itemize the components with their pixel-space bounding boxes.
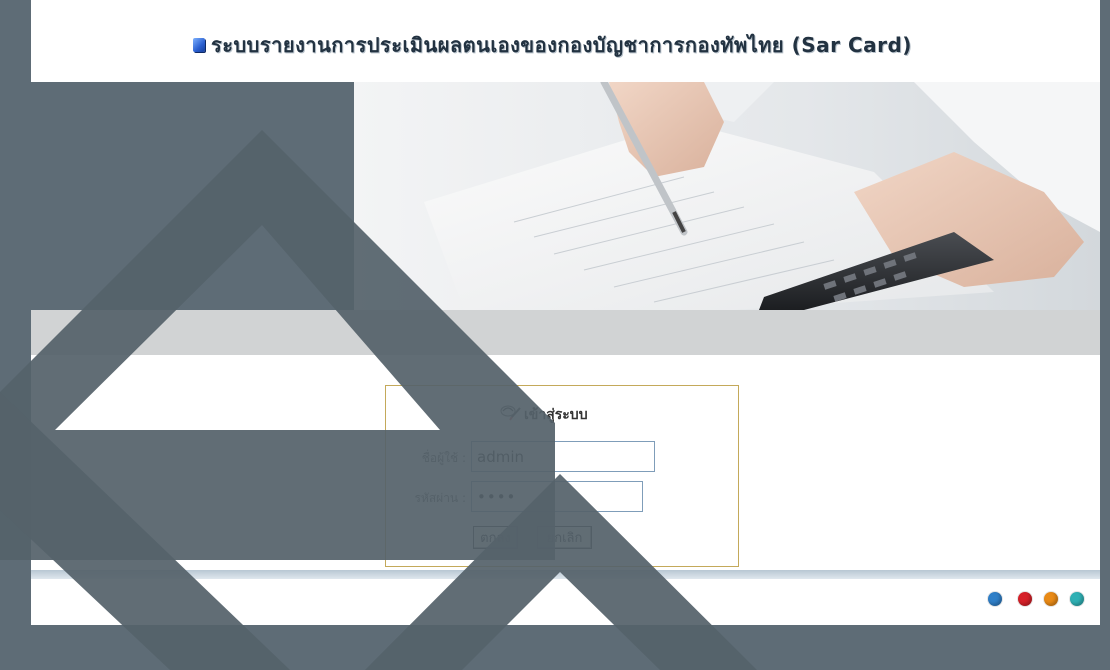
username-label: ชื่อผู้ใช้ : <box>421 451 466 465</box>
login-box: เข้าสู่ระบบ ชื่อผู้ใช้ : รหัสผ่าน : ตกลง… <box>385 385 739 567</box>
page-title: ระบบรายงานการประเมินผลตนเองของกองบัญชากา… <box>211 33 912 57</box>
footer-line <box>31 570 1100 579</box>
page: ระบบรายงานการประเมินผลตนเองของกองบัญชากา… <box>0 0 1110 670</box>
red-dot-icon <box>1018 592 1032 606</box>
blue-dot-icon <box>988 592 1002 606</box>
banner-image <box>354 82 1100 310</box>
login-title: เข้าสู่ระบบ <box>524 407 588 423</box>
main-panel: ระบบรายงานการประเมินผลตนเองของกองบัญชากา… <box>31 0 1100 625</box>
grey-strip <box>31 310 1100 355</box>
title-bar: ระบบรายงานการประเมินผลตนเองของกองบัญชากา… <box>31 0 1100 82</box>
password-label: รหัสผ่าน : <box>414 491 466 505</box>
cancel-button[interactable]: ยกเลิก <box>537 526 592 549</box>
orange-dot-icon <box>1044 592 1058 606</box>
bullet-icon <box>193 38 205 52</box>
teal-dot-icon <box>1070 592 1084 606</box>
password-input[interactable] <box>471 481 643 512</box>
login-icon <box>500 405 521 421</box>
username-input[interactable] <box>471 441 655 472</box>
ok-button[interactable]: ตกลง <box>473 526 518 549</box>
banner-left-block <box>31 82 354 310</box>
